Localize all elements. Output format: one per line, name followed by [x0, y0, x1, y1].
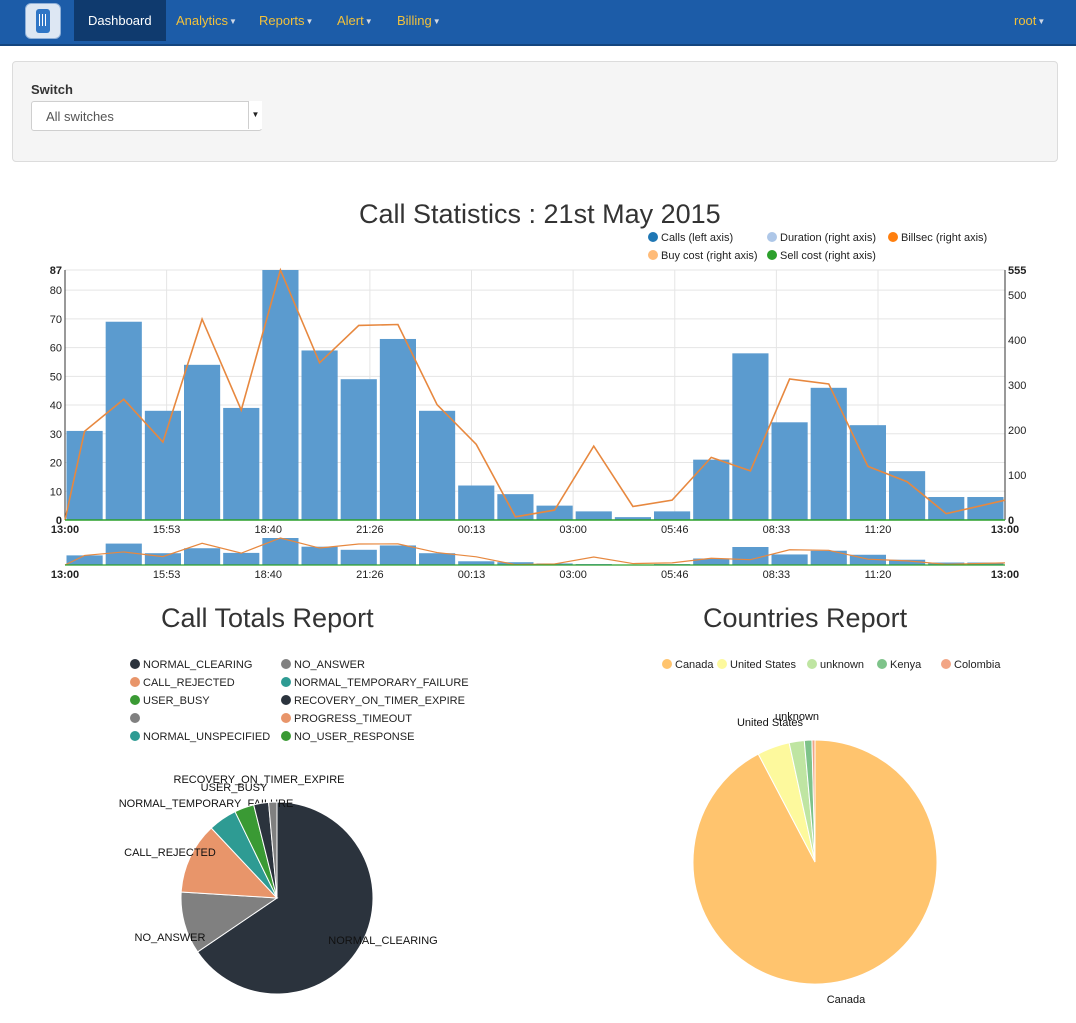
pie-slice-label: RECOVERY_ON_TIMER_EXPIRE: [174, 774, 345, 786]
pie-slice-label: Canada: [827, 994, 866, 1006]
pie-charts: NORMAL_CLEARINGNO_ANSWERCALL_REJECTEDNOR…: [119, 711, 938, 1006]
pie-slice-label: unknown: [775, 711, 819, 723]
pie-slice-label: NO_ANSWER: [135, 932, 206, 944]
pie-slice-label: NORMAL_CLEARING: [328, 935, 437, 947]
pie-slice-label: CALL_REJECTED: [124, 847, 216, 859]
